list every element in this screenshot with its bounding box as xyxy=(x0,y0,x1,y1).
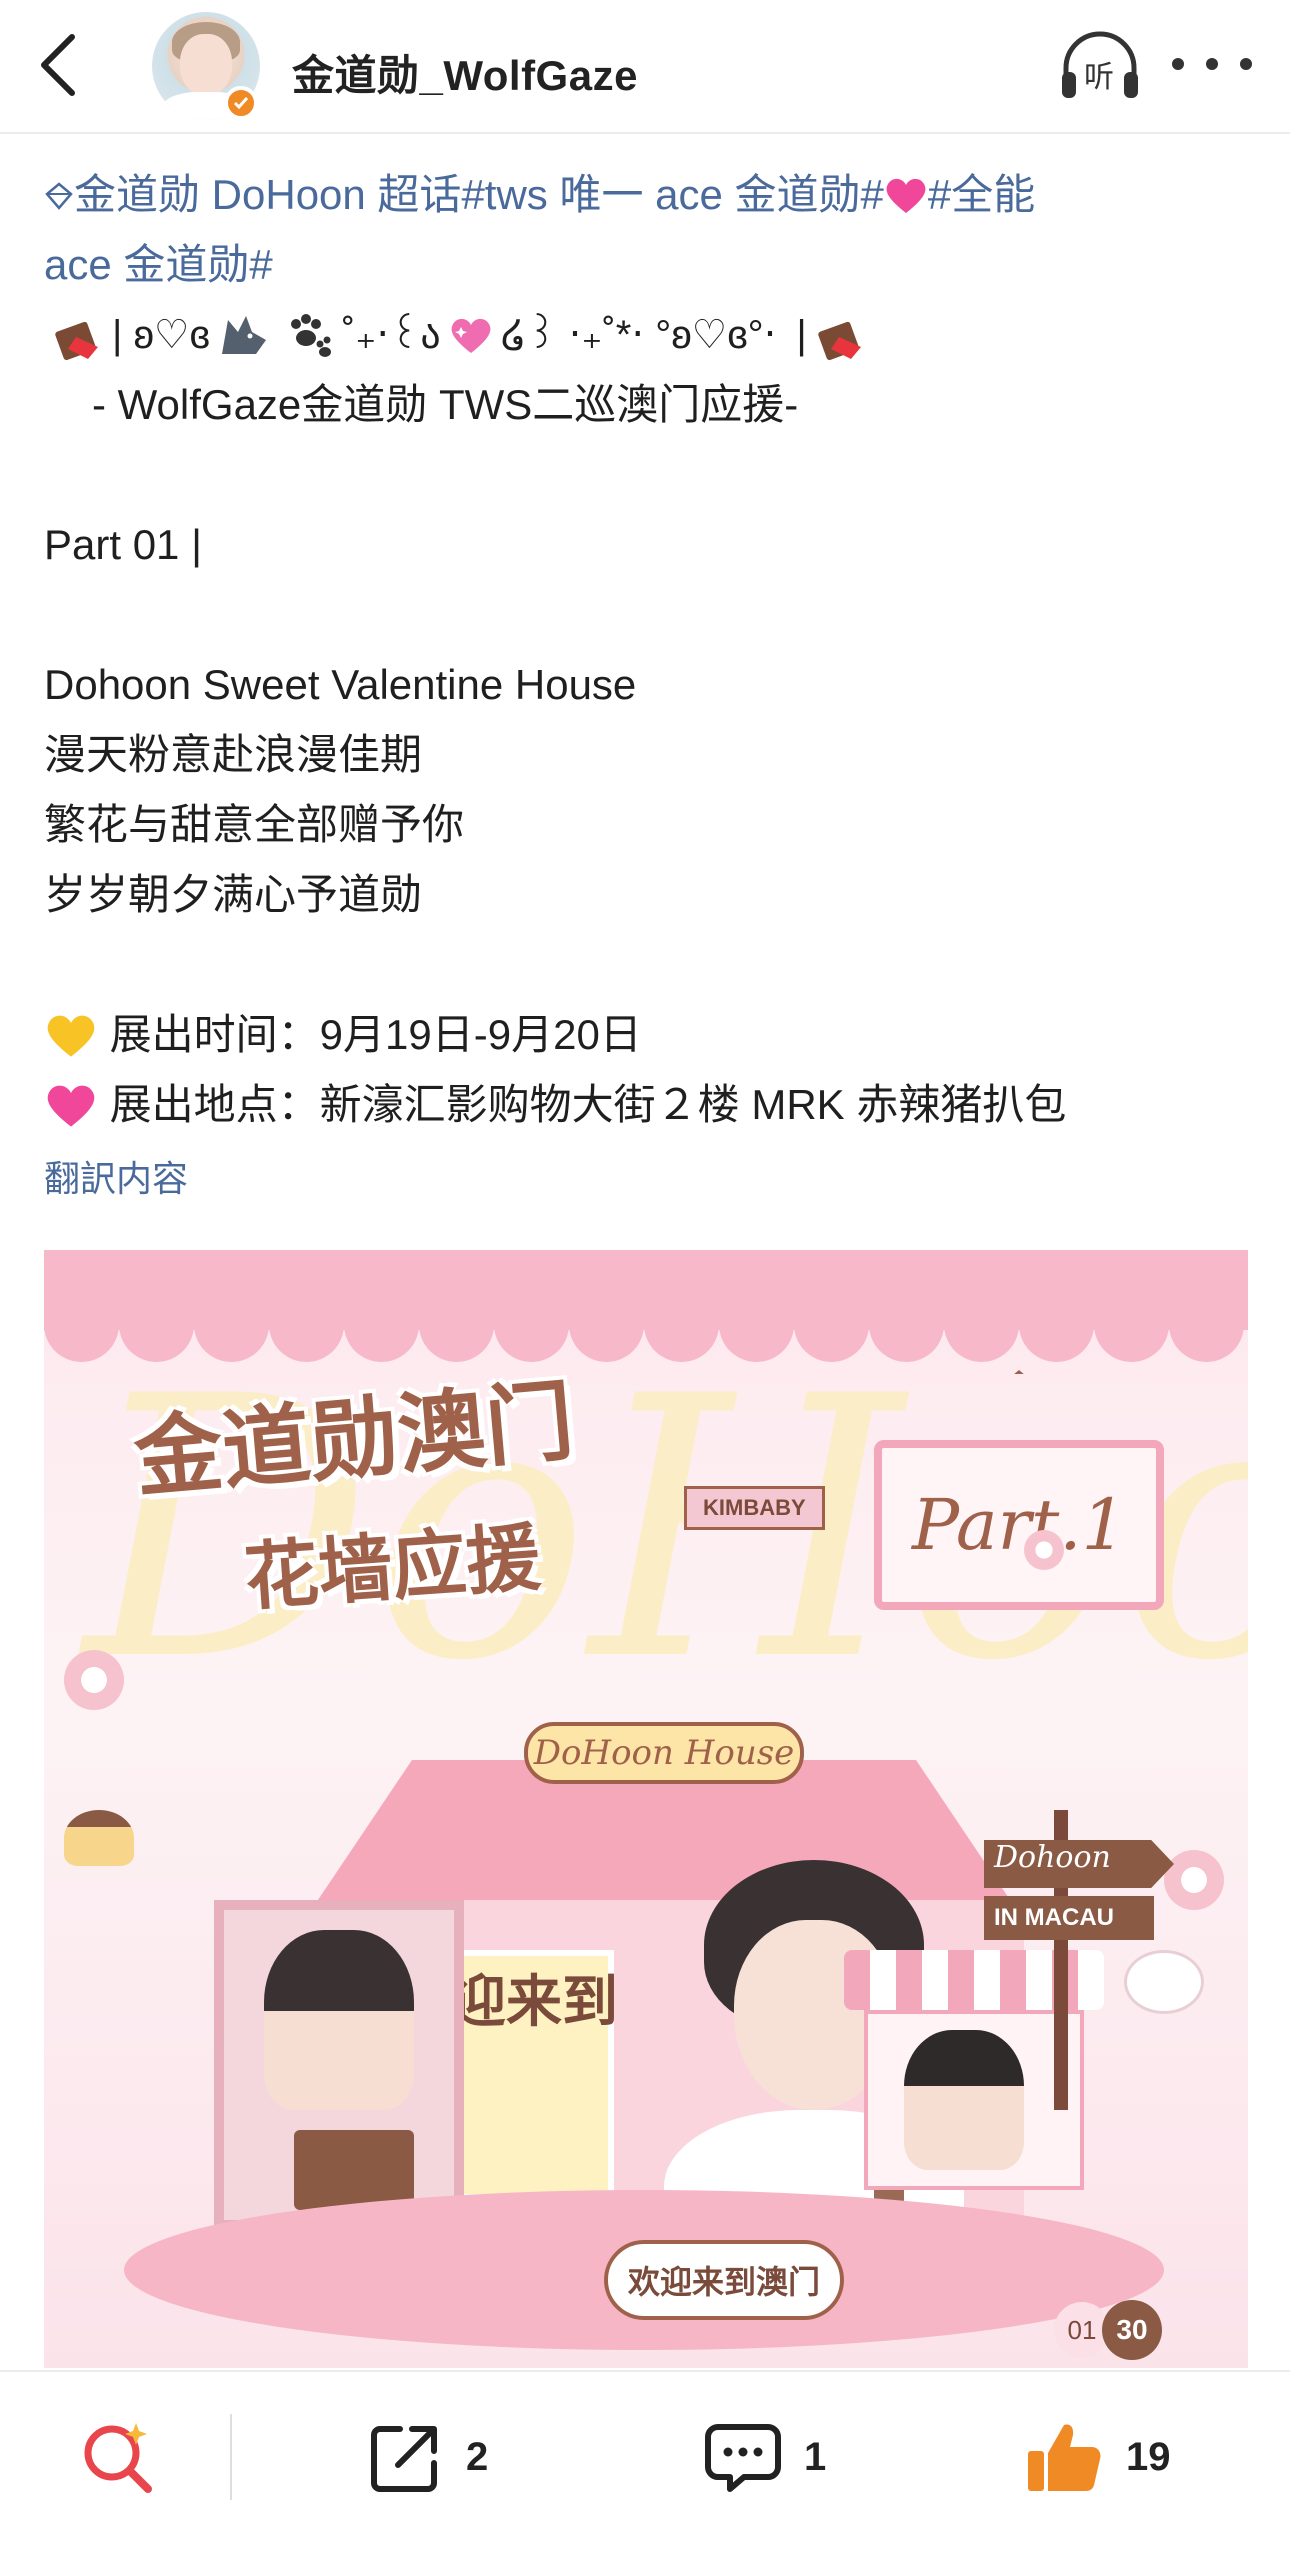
share-icon xyxy=(371,2426,437,2492)
thumbs-up-icon xyxy=(1028,2424,1101,2491)
search-button[interactable] xyxy=(78,2412,158,2502)
comment-button[interactable]: 1 xyxy=(704,2412,826,2502)
bottom-toolbar: 2 1 19 xyxy=(0,2370,1290,2550)
decoration-text-a: | ʚ♡ɞ xyxy=(112,313,210,357)
super-topic-link[interactable]: 金道勋 DoHoon 超话 xyxy=(74,171,461,218)
post-line-2: 繁花与甜意全部赠予你 xyxy=(44,801,465,848)
poster-subtitle: 花墙应援 xyxy=(241,1515,543,1620)
photo-frame xyxy=(214,1900,464,2230)
search-sparkle-icon xyxy=(84,2423,152,2493)
more-options-button[interactable] xyxy=(1172,44,1252,84)
date-sticker: 01 30 xyxy=(1054,2300,1174,2360)
topic-line: 金道勋 DoHoon 超话#tws 唯一 ace 金道勋# #全能 ace 金道… xyxy=(44,160,1254,300)
welcome-badge: 欢迎来到澳门 xyxy=(604,2240,844,2320)
post-image[interactable]: DoHoon 金道勋澳门 花墙应援 KIMBABY Part.1 DoHoon … xyxy=(44,1250,1248,2368)
house-sign: DoHoon House xyxy=(524,1722,804,1784)
part-sign: Part.1 xyxy=(874,1440,1164,1610)
share-count: 2 xyxy=(466,2434,489,2479)
post-subtitle: - WolfGaze金道勋 TWS二巡澳门应援- xyxy=(92,381,799,428)
listen-button[interactable]: 听 xyxy=(1058,28,1142,104)
wolf-icon xyxy=(221,316,266,354)
listen-label: 听 xyxy=(1084,61,1114,94)
comment-count: 1 xyxy=(804,2434,827,2479)
exhibition-place: 展出地点：新濠汇影购物大街２楼 MRK 赤辣猪扒包 xyxy=(109,1081,1067,1128)
dot-icon xyxy=(1206,58,1218,70)
sign-dohoon: Dohoon xyxy=(984,1840,1174,1888)
post-line-3: 岁岁朝夕满心予道勋 xyxy=(44,871,423,918)
username[interactable]: 金道勋_WolfGaze xyxy=(292,42,638,103)
pink-heart-icon xyxy=(47,1085,95,1127)
decoration-line: | ʚ♡ɞ ˚₊‧꒰ა ໒꒱ ‧₊˚*‧ °ʚ♡ɞ°‧ | xyxy=(44,300,1254,370)
flower-decoration xyxy=(1024,1530,1064,1570)
hashtag-allround-ace-a[interactable]: #全能 xyxy=(928,171,1035,218)
like-button[interactable]: 19 xyxy=(1024,2412,1171,2502)
hashtag-allround-ace-b[interactable]: ace 金道勋# xyxy=(44,241,273,288)
dot-icon xyxy=(1240,58,1252,70)
diamond-icon xyxy=(45,182,73,210)
sign-in-macau: IN MACAU xyxy=(984,1896,1154,1940)
chocolate-icon xyxy=(52,313,104,361)
dot-icon xyxy=(1172,58,1184,70)
share-button[interactable]: 2 xyxy=(368,2412,488,2502)
chocolate-icon xyxy=(815,313,867,361)
post-part: Part 01 | xyxy=(44,521,202,568)
post-content: 金道勋 DoHoon 超话#tws 唯一 ace 金道勋# #全能 ace 金道… xyxy=(44,160,1254,1202)
kimbaby-tag: KIMBABY xyxy=(684,1486,825,1530)
post-time-line: 展出时间：9月19日-9月20日 xyxy=(44,1000,1254,1070)
like-count: 19 xyxy=(1126,2434,1171,2479)
comment-icon xyxy=(705,2424,781,2492)
pudding-decoration xyxy=(64,1810,134,1866)
hashtag-tws-ace[interactable]: #tws 唯一 ace 金道勋# xyxy=(461,171,883,218)
exhibition-time: 展出时间：9月19日-9月20日 xyxy=(109,1011,642,1058)
back-button[interactable] xyxy=(28,30,88,100)
top-bar: 金道勋_WolfGaze 听 xyxy=(0,0,1290,134)
post-headline: Dohoon Sweet Valentine House xyxy=(44,661,637,708)
decoration-text-b: ˚₊‧꒰ა xyxy=(341,313,441,357)
verified-badge-icon xyxy=(224,86,258,120)
flower-decoration xyxy=(64,1650,124,1710)
pink-heart-icon xyxy=(886,178,926,213)
post-line-1: 漫天粉意赴浪漫佳期 xyxy=(44,731,423,778)
decoration-text-c: ໒꒱ ‧₊˚*‧ °ʚ♡ɞ°‧ xyxy=(500,313,777,357)
signpost: Dohoon IN MACAU xyxy=(984,1810,1184,2110)
chevron-left-icon xyxy=(41,34,75,96)
translate-link[interactable]: 翻訳内容 xyxy=(44,1150,1254,1202)
paws-icon xyxy=(290,314,331,357)
decoration-text-d: | xyxy=(796,313,807,357)
yellow-heart-icon xyxy=(47,1015,95,1057)
post-place-line: 展出地点：新濠汇影购物大街２楼 MRK 赤辣猪扒包 xyxy=(44,1070,1254,1140)
sparkling-heart-icon xyxy=(451,318,491,353)
